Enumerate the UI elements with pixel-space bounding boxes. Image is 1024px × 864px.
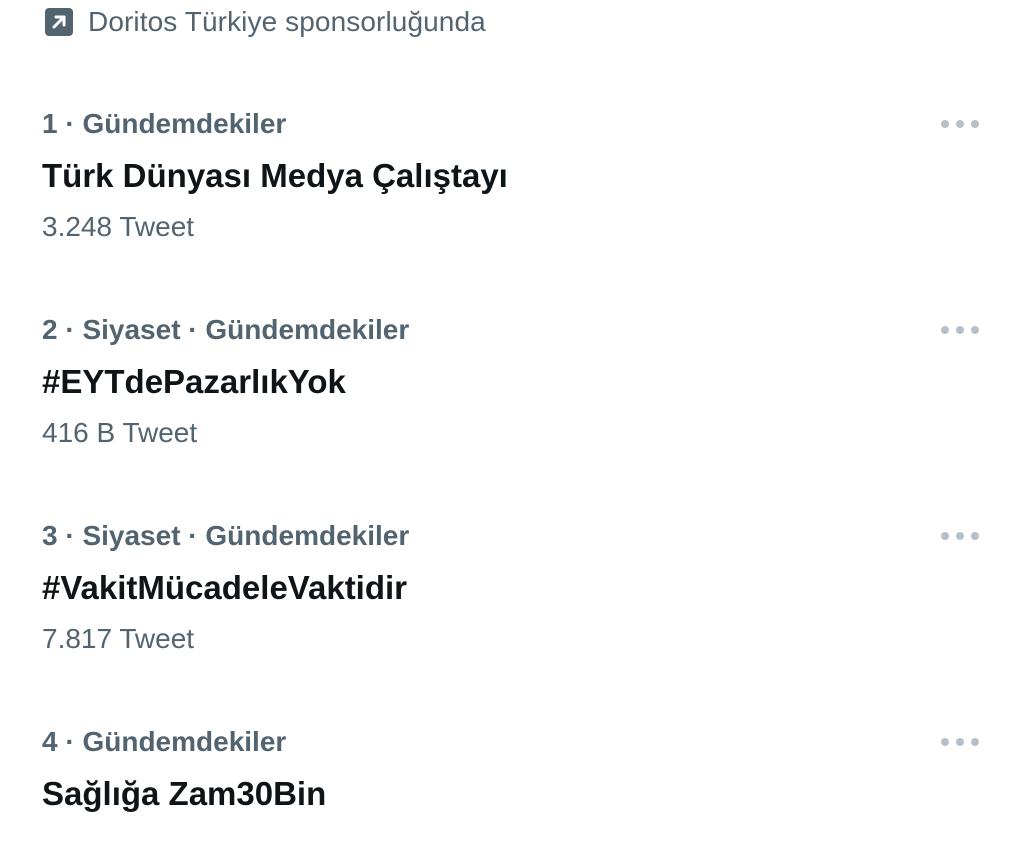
trend-title[interactable]: #VakitMücadeleVaktidir xyxy=(42,568,407,608)
trend-tweet-count: 3.248 Tweet xyxy=(42,211,195,242)
more-options-button[interactable] xyxy=(940,110,980,138)
more-dots-icon xyxy=(941,738,979,746)
more-dots-icon xyxy=(941,532,979,540)
more-dots-icon xyxy=(941,120,979,128)
trend-meta: 1 · Gündemdekiler xyxy=(42,108,287,139)
trend-meta: 3 · Siyaset · Gündemdekiler xyxy=(42,520,410,551)
trend-tweet-count: 416 B Tweet xyxy=(42,417,198,448)
trend-title[interactable]: Sağlığa Zam30Bin xyxy=(42,774,326,814)
promoted-label: Doritos Türkiye sponsorluğunda xyxy=(44,4,486,40)
trend-meta: 2 · Siyaset · Gündemdekiler xyxy=(42,314,410,345)
trend-title[interactable]: #EYTdePazarlıkYok xyxy=(42,362,346,402)
more-options-button[interactable] xyxy=(940,316,980,344)
more-options-button[interactable] xyxy=(940,728,980,756)
trend-item[interactable]: 2 · Siyaset · Gündemdekiler #EYTdePazarl… xyxy=(42,312,980,452)
promoted-text: Doritos Türkiye sponsorluğunda xyxy=(88,6,486,37)
trend-meta: 4 · Gündemdekiler xyxy=(42,726,287,757)
more-options-button[interactable] xyxy=(940,522,980,550)
trend-item[interactable]: 4 · Gündemdekiler Sağlığa Zam30Bin xyxy=(42,724,980,864)
more-dots-icon xyxy=(941,326,979,334)
trend-item[interactable]: 3 · Siyaset · Gündemdekiler #VakitMücade… xyxy=(42,518,980,658)
trend-tweet-count: 7.817 Tweet xyxy=(42,623,195,654)
trend-title[interactable]: Türk Dünyası Medya Çalıştayı xyxy=(42,156,508,196)
promoted-arrow-icon xyxy=(45,8,73,36)
trend-item[interactable]: 1 · Gündemdekiler Türk Dünyası Medya Çal… xyxy=(42,106,980,246)
